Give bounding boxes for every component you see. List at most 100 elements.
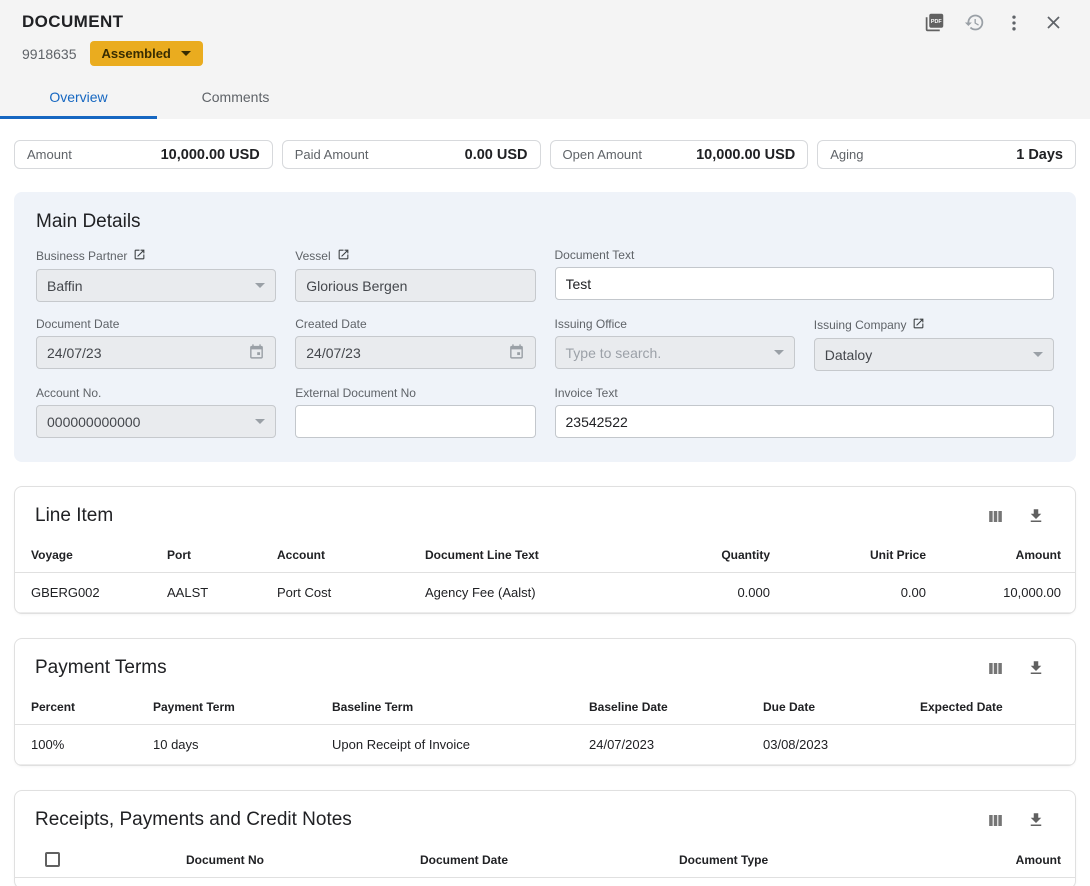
tab-comments[interactable]: Comments (157, 79, 314, 119)
document-text-input-wrap (555, 267, 1055, 300)
business-partner-select: Baffin (36, 269, 276, 302)
summary-card-open-amount: Open Amount 10,000.00 USD (550, 140, 809, 169)
cell: 0.000 (655, 573, 786, 613)
close-icon[interactable] (1043, 12, 1064, 33)
chevron-down-icon (255, 283, 265, 288)
column-header[interactable]: Document No (186, 843, 420, 878)
line-item-section: Line Item Voyage Port Account Document L… (14, 486, 1076, 614)
column-header[interactable]: Document Line Text (425, 539, 655, 573)
vessel-field: Glorious Bergen (295, 269, 535, 302)
column-header[interactable]: Baseline Term (332, 691, 589, 725)
summary-card-aging: Aging 1 Days (817, 140, 1076, 169)
table-row[interactable]: 100% 10 days Upon Receipt of Invoice 24/… (15, 725, 1076, 765)
invoice-text-input-wrap (555, 405, 1055, 438)
pdf-export-icon[interactable]: PDF (924, 12, 945, 33)
tab-overview[interactable]: Overview (0, 79, 157, 119)
cell: Upon Receipt of Invoice (332, 725, 589, 765)
chevron-down-icon (1033, 352, 1043, 357)
external-document-no-input[interactable] (306, 414, 524, 430)
table-header-row: Voyage Port Account Document Line Text Q… (15, 539, 1076, 573)
history-icon[interactable] (964, 12, 985, 33)
column-header[interactable]: Unit Price (786, 539, 942, 573)
column-header[interactable]: Amount (942, 539, 1076, 573)
issuing-company-select: Dataloy (814, 338, 1054, 371)
status-badge[interactable]: Assembled (90, 41, 203, 66)
download-icon[interactable] (1027, 507, 1045, 525)
receipts-table: Document No Document Date Document Type … (15, 843, 1076, 878)
section-title: Line Item (35, 505, 113, 527)
section-title: Payment Terms (35, 657, 167, 679)
column-header[interactable]: Percent (15, 691, 153, 725)
field-account-no: Account No. 000000000000 (36, 386, 276, 438)
document-text-input[interactable] (566, 276, 1044, 292)
cell: 10 days (153, 725, 332, 765)
document-date-field: 24/07/23 (36, 336, 276, 369)
chevron-down-icon (255, 419, 265, 424)
open-in-new-icon[interactable] (133, 248, 146, 264)
invoice-text-input[interactable] (566, 414, 1044, 430)
created-date-field: 24/07/23 (295, 336, 535, 369)
download-icon[interactable] (1027, 659, 1045, 677)
column-header[interactable]: Account (277, 539, 425, 573)
column-header[interactable]: Baseline Date (589, 691, 763, 725)
cell: 03/08/2023 (763, 725, 920, 765)
column-header[interactable]: Port (167, 539, 277, 573)
cell: 24/07/2023 (589, 725, 763, 765)
cell: 100% (15, 725, 153, 765)
column-header[interactable]: Voyage (15, 539, 167, 573)
cell: GBERG002 (15, 573, 167, 613)
document-number: 9918635 (22, 46, 77, 62)
document-header: DOCUMENT PDF (0, 0, 1090, 119)
field-vessel: Vessel Glorious Bergen (295, 248, 535, 302)
table-row[interactable]: GBERG002 AALST Port Cost Agency Fee (Aal… (15, 573, 1076, 613)
payment-terms-table: Percent Payment Term Baseline Term Basel… (15, 691, 1076, 765)
field-external-document-no: External Document No (295, 386, 535, 438)
external-document-no-input-wrap (295, 405, 535, 438)
column-header[interactable]: Document Date (420, 843, 679, 878)
column-header[interactable]: Expected Date (920, 691, 1076, 725)
column-header[interactable]: Quantity (655, 539, 786, 573)
field-invoice-text: Invoice Text (555, 386, 1055, 438)
summary-card-amount: Amount 10,000.00 USD (14, 140, 273, 169)
column-settings-icon[interactable] (986, 659, 1005, 678)
open-in-new-icon[interactable] (337, 248, 350, 264)
cell: 10,000.00 (942, 573, 1076, 613)
cell: 0.00 (786, 573, 942, 613)
open-in-new-icon[interactable] (912, 317, 925, 333)
svg-text:PDF: PDF (931, 19, 943, 25)
field-business-partner: Business Partner Baffin (36, 248, 276, 302)
cell: Port Cost (277, 573, 425, 613)
account-no-select: 000000000000 (36, 405, 276, 438)
summary-cards: Amount 10,000.00 USD Paid Amount 0.00 US… (14, 140, 1076, 169)
field-document-text: Document Text (555, 248, 1055, 302)
chevron-down-icon (774, 350, 784, 355)
cell: Agency Fee (Aalst) (425, 573, 655, 613)
calendar-icon (508, 343, 525, 363)
tab-bar: Overview Comments (0, 79, 1090, 119)
download-icon[interactable] (1027, 811, 1045, 829)
column-header[interactable]: Amount (929, 843, 1076, 878)
empty-table-body (15, 878, 1075, 886)
column-header[interactable]: Payment Term (153, 691, 332, 725)
column-header[interactable]: Due Date (763, 691, 920, 725)
column-header[interactable]: Document Type (679, 843, 929, 878)
section-title: Receipts, Payments and Credit Notes (35, 809, 352, 831)
receipts-section: Receipts, Payments and Credit Notes Docu… (14, 790, 1076, 886)
page-title: DOCUMENT (22, 10, 123, 32)
table-header-row: Percent Payment Term Baseline Term Basel… (15, 691, 1076, 725)
column-settings-icon[interactable] (986, 507, 1005, 526)
field-created-date: Created Date 24/07/23 (295, 317, 535, 371)
main-details-section: Main Details Business Partner Baffin Ves… (14, 192, 1076, 462)
issuing-office-select: Type to search. (555, 336, 795, 369)
select-all-checkbox[interactable] (45, 852, 60, 867)
line-item-table: Voyage Port Account Document Line Text Q… (15, 539, 1076, 613)
more-options-icon[interactable] (1004, 13, 1024, 33)
cell: AALST (167, 573, 277, 613)
field-issuing-company: Issuing Company Dataloy (814, 317, 1054, 371)
column-settings-icon[interactable] (986, 811, 1005, 830)
field-document-date: Document Date 24/07/23 (36, 317, 276, 371)
chevron-down-icon (181, 51, 191, 56)
payment-terms-section: Payment Terms Percent Payment Term Basel… (14, 638, 1076, 766)
section-title: Main Details (36, 211, 1054, 233)
calendar-icon (248, 343, 265, 363)
